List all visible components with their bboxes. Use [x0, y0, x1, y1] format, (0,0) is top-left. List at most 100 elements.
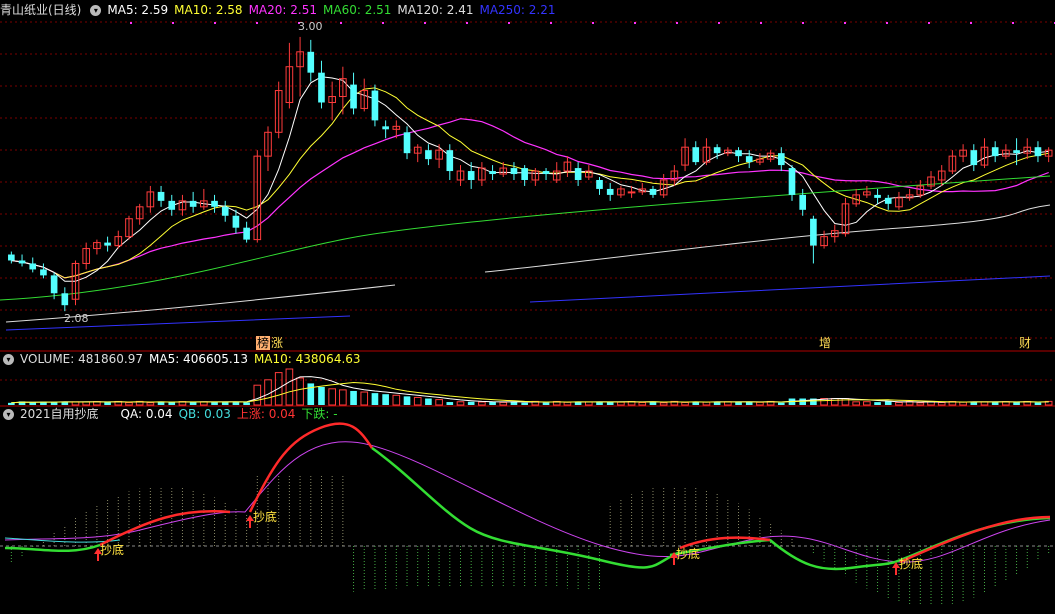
- candle-body: [425, 150, 432, 160]
- marker-dot: [760, 22, 762, 24]
- volume-bar: [874, 402, 881, 405]
- candle-body: [649, 188, 657, 195]
- volume-bar: [916, 402, 925, 406]
- candle-body: [991, 147, 999, 157]
- marker-dot: [172, 22, 174, 24]
- candle-body: [382, 126, 389, 130]
- marker-dot: [970, 22, 972, 24]
- candle-body: [232, 215, 240, 228]
- volume-bar: [937, 401, 946, 406]
- candle-body: [521, 168, 528, 180]
- volume-ma5-line: [11, 376, 1049, 404]
- stock-chart-canvas[interactable]: [0, 0, 1055, 614]
- volume-title: VOLUME: 481860.97: [20, 352, 143, 366]
- candle-body: [489, 171, 496, 175]
- volume-bar: [756, 401, 764, 406]
- volume-bar: [884, 401, 892, 405]
- volume-bar: [29, 402, 37, 405]
- ma120-line: [5, 204, 1051, 323]
- chevron-down-icon[interactable]: ▾: [3, 354, 14, 365]
- candle-body: [18, 260, 26, 264]
- indicator-value: MA20: 2.51: [248, 3, 317, 17]
- volume-bar: [852, 401, 860, 406]
- candle-body: [371, 90, 379, 121]
- candle-body: [777, 153, 785, 166]
- candle-body: [61, 293, 69, 306]
- candle-body: [446, 150, 454, 172]
- candle-body: [8, 254, 15, 261]
- candle-body: [574, 168, 582, 180]
- stock-title[interactable]: 青山纸业(日线): [0, 3, 81, 17]
- volume-bar: [617, 401, 625, 406]
- bottom-signal-label: 抄底: [253, 510, 278, 524]
- indicator-panel-header: ▾ 2021自用抄底 QA: 0.04 QB: 0.03 上涨: 0.04 下跌: -: [0, 406, 350, 422]
- event-marker[interactable]: 增: [818, 336, 832, 350]
- high-price-label: 3.00: [298, 20, 323, 33]
- volume-bar: [1034, 402, 1042, 405]
- indicator-value: QB: 0.03: [178, 407, 231, 421]
- marker-dot: [634, 22, 636, 24]
- volume-bar: [253, 384, 262, 406]
- marker-dot: [256, 22, 258, 24]
- volume-bar: [467, 401, 475, 405]
- main-panel-header: 青山纸业(日线) ▾ MA5: 2.59 MA10: 2.58 MA20: 2.51 MA…: [0, 2, 568, 18]
- volume-bar: [403, 396, 411, 405]
- down-line: [769, 539, 896, 571]
- volume-bar: [638, 402, 647, 406]
- volume-bar: [221, 402, 229, 405]
- bottom-signal-label: 抄底: [676, 547, 701, 561]
- marker-dot: [928, 22, 930, 24]
- indicator-value: MA10: 2.58: [174, 3, 243, 17]
- marker-dot: [592, 22, 594, 24]
- volume-bar: [425, 398, 432, 405]
- volume-bar: [243, 402, 250, 405]
- candle-body: [692, 147, 700, 163]
- bottom-signal-label: 抄底: [100, 543, 125, 557]
- marker-dot: [382, 22, 384, 24]
- volume-bar: [168, 402, 176, 405]
- candle-body: [596, 179, 603, 189]
- volume-bar: [413, 396, 422, 406]
- candle-body: [884, 197, 892, 204]
- candle-body: [221, 206, 229, 216]
- candle-body: [40, 269, 47, 276]
- ma60-line: [0, 175, 1051, 301]
- candle-body: [1034, 147, 1042, 157]
- candle-body: [970, 150, 978, 166]
- marker-dot: [676, 22, 678, 24]
- candle-body: [606, 188, 614, 195]
- indicator-value: MA120: 2.41: [397, 3, 474, 17]
- candle-body: [467, 171, 475, 180]
- candle-body: [745, 156, 753, 163]
- volume-bar: [521, 402, 528, 405]
- candle-body: [318, 72, 325, 103]
- indicator-value: MA5: 406605.13: [149, 352, 248, 366]
- chevron-down-icon[interactable]: ▾: [90, 5, 102, 16]
- candle-body: [157, 191, 165, 201]
- volume-bar: [456, 401, 465, 406]
- marker-dot: [802, 22, 804, 24]
- volume-ma10-line: [11, 381, 1049, 404]
- candle-body: [243, 227, 250, 240]
- candle-body: [104, 242, 111, 246]
- event-marker[interactable]: 涨: [270, 336, 284, 350]
- marker-dot: [508, 22, 510, 24]
- volume-panel-header: ▾ VOLUME: 481860.97 MA5: 406605.13 MA10: 43…: [0, 351, 373, 367]
- marker-dot: [886, 22, 888, 24]
- ma250-line: [5, 275, 1051, 331]
- candle-body: [713, 147, 721, 154]
- volume-bar: [499, 401, 508, 406]
- event-marker[interactable]: 榜: [256, 336, 271, 350]
- marker-dot: [844, 22, 846, 24]
- volume-bar: [104, 402, 111, 405]
- volume-bar: [542, 402, 550, 405]
- candle-body: [788, 168, 796, 195]
- volume-bar: [478, 401, 486, 406]
- volume-bar: [307, 383, 315, 405]
- volume-bar: [830, 398, 839, 406]
- indicator-value: MA10: 438064.63: [253, 352, 361, 366]
- volume-bar: [371, 393, 379, 405]
- volume-bar: [563, 401, 572, 406]
- chevron-down-icon[interactable]: ▾: [3, 409, 14, 420]
- event-marker[interactable]: 财: [1018, 336, 1032, 350]
